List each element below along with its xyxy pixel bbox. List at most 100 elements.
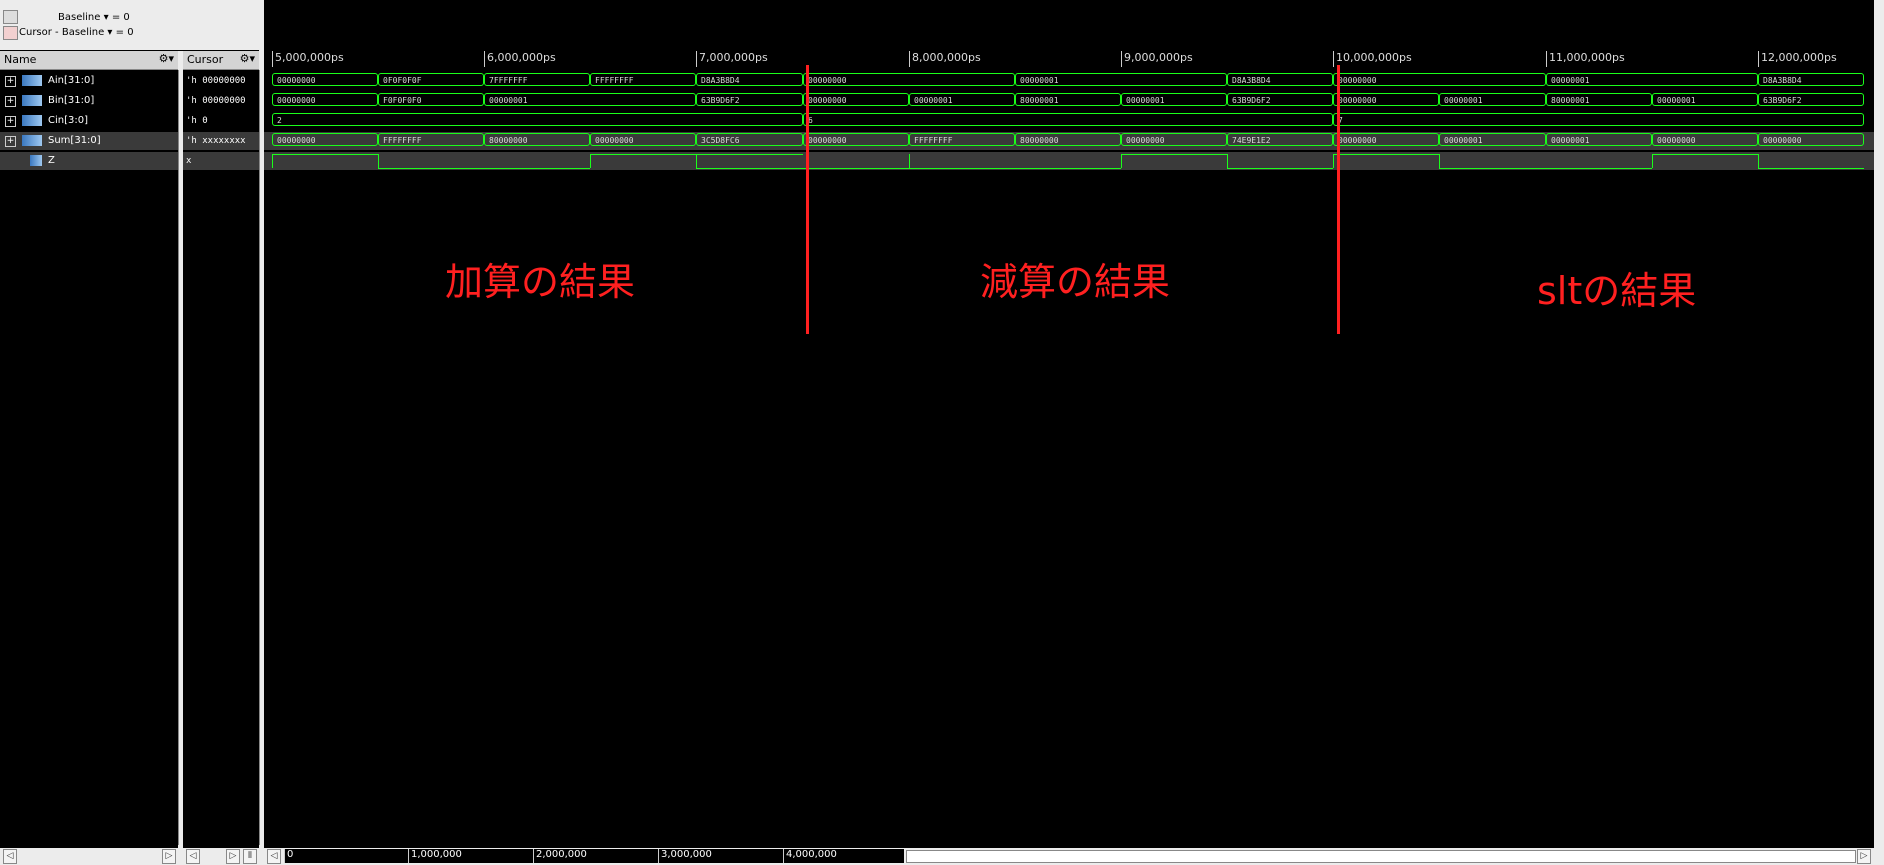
waveform-segment: 6: [803, 113, 1333, 126]
scroll-right-icon[interactable]: ▷: [226, 849, 240, 864]
cursor-column-header[interactable]: Cursor ⚙▾: [183, 51, 259, 70]
z-level: [1652, 154, 1758, 155]
cursor-value-row: x: [183, 152, 259, 170]
expand-icon[interactable]: +: [5, 136, 16, 147]
waveform-segment: 00000001: [1015, 73, 1227, 86]
z-edge: [1652, 154, 1653, 168]
annotation-sub-result: 減算の結果: [980, 260, 1171, 304]
timeline-tick: 4,000,000: [783, 849, 837, 863]
zoom-icon[interactable]: [3, 10, 18, 24]
waveform-segment: 80000001: [1546, 93, 1652, 106]
z-level: [696, 154, 803, 155]
z-level: [590, 154, 696, 155]
waveform-segment: 00000000: [272, 133, 378, 146]
z-edge: [1227, 154, 1228, 168]
waveform-segment: 7FFFFFFF: [484, 73, 590, 86]
scroll-right-icon[interactable]: ▷: [162, 849, 176, 864]
waveform-segment: 63B9D6F2: [1758, 93, 1864, 106]
scroll-left-icon[interactable]: ◁: [267, 849, 281, 864]
bus-icon: [22, 115, 42, 126]
z-edge: [1121, 154, 1122, 168]
z-level: [696, 168, 909, 169]
scroll-left-icon[interactable]: ◁: [3, 849, 17, 864]
waveform-segment: 00000000: [1121, 133, 1227, 146]
cursor-value-row: 'h xxxxxxxx: [183, 132, 259, 150]
cursor-value-row: 'h 00000000: [183, 92, 259, 110]
timeline-tick: 0: [284, 849, 293, 863]
waveform-segment: 00000001: [909, 93, 1015, 106]
z-level: [1758, 168, 1864, 169]
waveform-area[interactable]: 00000000 0F0F0F0F 7FFFFFFF FFFFFFFF D8A3…: [264, 65, 1874, 848]
waveform-segment: F0F0F0F0: [378, 93, 484, 106]
ruler-tick: 6,000,000ps: [484, 51, 556, 67]
waveform-segment: 00000000: [1333, 93, 1439, 106]
z-edge: [1333, 154, 1334, 168]
waveform-segment: FFFFFFFF: [590, 73, 696, 86]
baseline-label[interactable]: Baseline: [58, 12, 100, 23]
timeline-scroll-thumb[interactable]: [906, 850, 1856, 863]
timeline-tick: 2,000,000: [533, 849, 587, 863]
z-edge: [590, 154, 591, 168]
signal-row-sum[interactable]: + Sum[31:0]: [0, 132, 178, 150]
expand-icon[interactable]: +: [5, 76, 16, 87]
cursor-value: x: [186, 156, 192, 166]
baseline-toolbar: Baseline ▾ = 0 Cursor - Baseline ▾ = 0: [0, 0, 263, 50]
gear-icon[interactable]: ⚙▾: [240, 52, 255, 65]
chevron-down-icon[interactable]: ▾: [107, 27, 112, 38]
waveform-segment: 80000001: [1015, 93, 1121, 106]
waveform-segment: 00000000: [803, 73, 1015, 86]
timeline-tick: 1,000,000: [408, 849, 462, 863]
signal-name: Ain[31:0]: [48, 75, 95, 86]
scroll-right-icon[interactable]: ▷: [1857, 849, 1871, 864]
waveform-segment: 00000001: [1546, 133, 1652, 146]
waveform-segment: 7: [1333, 113, 1864, 126]
name-header-label: Name: [4, 53, 37, 66]
scroll-left-icon[interactable]: ◁: [186, 849, 200, 864]
waveform-segment: 0F0F0F0F: [378, 73, 484, 86]
cursor-value: 'h 0: [186, 116, 208, 126]
annotation-add-result: 加算の結果: [445, 260, 636, 304]
bus-icon: [22, 75, 42, 86]
name-column-header[interactable]: Name ⚙▾: [0, 51, 178, 70]
signal-row-ain[interactable]: + Ain[31:0]: [0, 72, 178, 90]
cursor-header-label: Cursor: [187, 53, 224, 66]
baseline-value: = 0: [111, 12, 130, 23]
z-level: [378, 168, 590, 169]
bus-icon: [22, 95, 42, 106]
z-edge: [1758, 154, 1759, 168]
ruler-tick: 10,000,000ps: [1333, 51, 1412, 67]
waveform-segment: 00000000: [272, 93, 378, 106]
z-edge: [378, 154, 379, 168]
signal-row-cin[interactable]: + Cin[3:0]: [0, 112, 178, 130]
signal-row-bin[interactable]: + Bin[31:0]: [0, 92, 178, 110]
section-marker: [1337, 65, 1340, 334]
waveform-segment: 00000000: [1758, 133, 1864, 146]
waveform-segment: 63B9D6F2: [696, 93, 803, 106]
waveform-segment: 00000001: [1121, 93, 1227, 106]
waveform-segment: 00000000: [590, 133, 696, 146]
waveform-segment: D8A3B8D4: [1227, 73, 1333, 86]
waveform-segment: 00000000: [803, 133, 909, 146]
waveform-segment: 80000000: [484, 133, 590, 146]
cursor-value-row: 'h 0: [183, 112, 259, 130]
waveform-segment: 00000001: [1652, 93, 1758, 106]
time-ruler[interactable]: 5,000,000ps 6,000,000ps 7,000,000ps 8,00…: [264, 51, 1874, 69]
waveform-segment: 3C5D8FC6: [696, 133, 803, 146]
cursor-value: 'h xxxxxxxx: [186, 136, 246, 146]
timeline-overview[interactable]: 0 1,000,000 2,000,000 3,000,000 4,000,00…: [284, 849, 904, 863]
expand-icon[interactable]: +: [5, 96, 16, 107]
columns-icon[interactable]: ⦀: [243, 849, 257, 864]
gear-icon[interactable]: ⚙▾: [159, 52, 174, 65]
expand-icon[interactable]: +: [5, 116, 16, 127]
cursor-value-panel: 'h 00000000 'h 00000000 'h 0 'h xxxxxxxx…: [183, 70, 260, 845]
signal-name: Sum[31:0]: [48, 135, 101, 146]
chevron-down-icon[interactable]: ▾: [104, 12, 109, 23]
signal-name-panel: + Ain[31:0] + Bin[31:0] + Cin[3:0] + Sum…: [0, 70, 179, 845]
signal-row-z[interactable]: Z: [0, 152, 178, 170]
bit-icon: [30, 155, 42, 166]
ruler-tick: 12,000,000ps: [1758, 51, 1837, 67]
waveform-segment: FFFFFFFF: [378, 133, 484, 146]
waveform-segment: 00000000: [803, 93, 909, 106]
vertical-scrollbar[interactable]: [1874, 0, 1884, 848]
waveform-segment: D8A3B8D4: [696, 73, 803, 86]
